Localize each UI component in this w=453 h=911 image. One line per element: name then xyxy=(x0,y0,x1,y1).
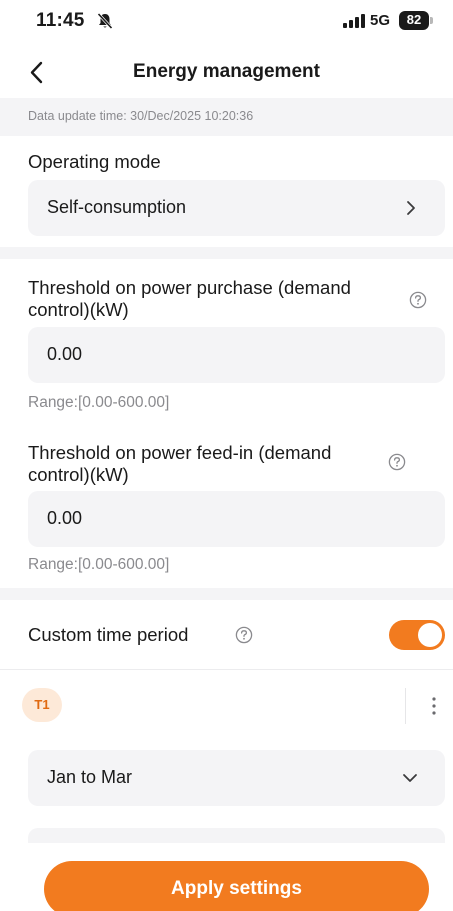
purchase-threshold-input[interactable]: 0.00 xyxy=(28,327,445,383)
operating-mode-value: Self-consumption xyxy=(47,197,187,217)
more-vertical-icon[interactable] xyxy=(426,694,442,718)
signal-icon xyxy=(343,14,365,28)
chevron-down-icon xyxy=(403,774,417,782)
data-update-time: Data update time: 30/Dec/2025 10:20:36 xyxy=(28,109,254,123)
help-icon[interactable] xyxy=(388,453,406,471)
custom-time-period-label: Custom time period xyxy=(28,624,189,645)
feedin-threshold-range: Range:[0.00-600.00] xyxy=(28,556,170,573)
status-time: 11:45 xyxy=(36,10,85,31)
network-type: 5G xyxy=(370,12,391,29)
battery-icon: 82 xyxy=(399,11,434,30)
purchase-threshold-range: Range:[0.00-600.00] xyxy=(28,394,170,411)
chevron-right-icon xyxy=(407,201,415,215)
feedin-threshold-input[interactable]: 0.00 xyxy=(28,491,445,547)
operating-mode-selector[interactable]: Self-consumption xyxy=(28,180,445,236)
feedin-threshold-label-line1: Threshold on power feed-in (demand xyxy=(28,442,332,463)
operating-mode-label: Operating mode xyxy=(28,151,161,172)
purchase-threshold-label-line1: Threshold on power purchase (demand xyxy=(28,277,351,298)
section-divider xyxy=(0,247,453,259)
page-title: Energy management xyxy=(133,61,320,82)
custom-time-period-toggle[interactable] xyxy=(389,620,445,650)
vertical-separator xyxy=(405,688,406,724)
apply-settings-button[interactable]: Apply settings xyxy=(44,861,429,911)
purchase-threshold-label-line2: control)(kW) xyxy=(28,299,129,320)
energy-management-screen: 11:45 5G 82 Energy management Data updat… xyxy=(0,0,453,911)
help-icon[interactable] xyxy=(409,291,427,309)
help-icon[interactable] xyxy=(235,626,253,644)
period-badge: T1 xyxy=(22,688,62,722)
toggle-knob xyxy=(418,623,442,647)
battery-level: 82 xyxy=(406,12,422,27)
month-range-selector[interactable]: Jan to Mar xyxy=(28,750,445,806)
battery-cap xyxy=(430,17,433,24)
purchase-threshold-value: 0.00 xyxy=(47,344,83,364)
bell-off-icon xyxy=(97,12,113,30)
nav-bar: Energy management xyxy=(0,48,453,98)
update-time-strip: Data update time: 30/Dec/2025 10:20:36 xyxy=(0,98,453,136)
feedin-threshold-label-line2: control)(kW) xyxy=(28,464,129,485)
thin-divider xyxy=(0,669,453,670)
month-range-value: Jan to Mar xyxy=(47,767,133,787)
section-divider xyxy=(0,588,453,600)
status-bar: 11:45 5G 82 xyxy=(0,0,453,44)
feedin-threshold-value: 0.00 xyxy=(47,508,83,528)
